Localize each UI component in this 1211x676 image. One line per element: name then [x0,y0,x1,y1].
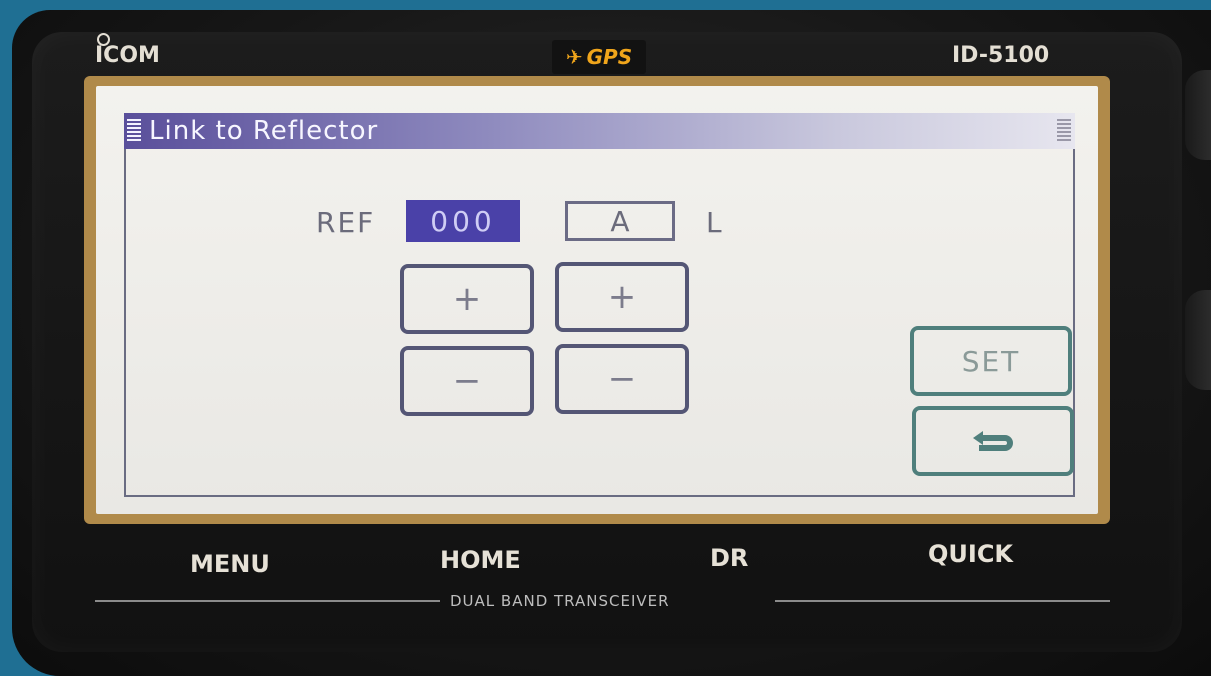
ref-number-field[interactable]: 000 [406,200,520,242]
title-bar: Link to Reflector [124,113,1075,149]
link-suffix-label: L [706,206,722,239]
module-letter-field[interactable]: A [565,201,675,241]
gps-text: GPS [586,45,633,69]
return-arrow-icon [969,425,1017,457]
scroll-grip-icon [1057,119,1071,143]
gps-badge: ✈ GPS [552,40,646,74]
right-knob[interactable] [1185,70,1211,160]
menu-hardware-button[interactable]: MENU [190,550,270,578]
bottom-divider-right [775,600,1110,602]
dr-hardware-button[interactable]: DR [710,544,748,572]
device-caption: DUAL BAND TRANSCEIVER [450,592,670,610]
ref-number-plus-button[interactable]: + [400,264,534,334]
right-knob-lower[interactable] [1185,290,1211,390]
set-button[interactable]: SET [910,326,1072,396]
ref-number-minus-button[interactable]: − [400,346,534,416]
back-button[interactable] [912,406,1074,476]
model-label: ID-5100 [952,43,1050,68]
satellite-icon: ✈ [565,45,583,69]
menu-grip-icon[interactable] [127,119,141,143]
module-minus-button[interactable]: − [555,344,689,414]
ref-label: REF [316,206,376,239]
bottom-divider-left [95,600,440,602]
page-title: Link to Reflector [149,116,379,146]
home-hardware-button[interactable]: HOME [440,546,521,574]
logo-dot-icon [97,33,110,46]
brand-logo: ICOM [95,33,160,68]
quick-hardware-button[interactable]: QUICK [928,540,1013,568]
module-plus-button[interactable]: + [555,262,689,332]
brand-text: ICOM [95,43,160,68]
